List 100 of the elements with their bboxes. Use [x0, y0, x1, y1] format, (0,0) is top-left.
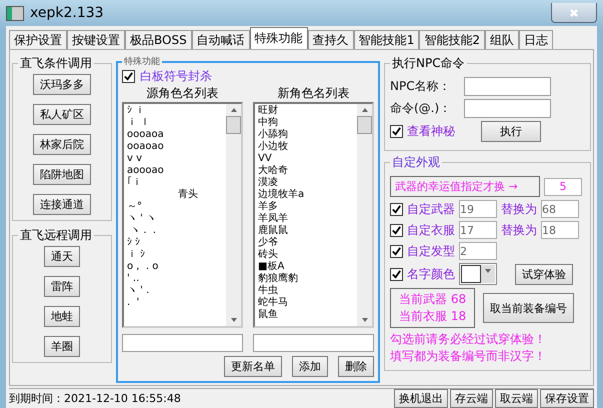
- tab[interactable]: 组队: [484, 30, 519, 49]
- teleport-button[interactable]: 私人矿区: [33, 104, 91, 125]
- value-field[interactable]: 2: [459, 242, 497, 260]
- status-button[interactable]: 取云端: [495, 389, 538, 408]
- scroll-up-icon[interactable]: [360, 107, 368, 113]
- list-item[interactable]: ■板A: [258, 261, 354, 273]
- list-item[interactable]: 鹿鼠鼠: [258, 225, 354, 237]
- teleport-button[interactable]: 雷阵: [44, 276, 80, 297]
- list-item[interactable]: ' ..: [127, 273, 223, 285]
- value-field[interactable]: 18: [541, 221, 579, 239]
- list-item[interactable]: v v: [127, 153, 223, 165]
- list-item[interactable]: 青头: [127, 189, 223, 201]
- list-item[interactable]: VV: [258, 153, 354, 165]
- list-item[interactable]: 中狗: [258, 117, 354, 129]
- checkbox[interactable]: [390, 244, 403, 258]
- name-input[interactable]: [253, 334, 374, 352]
- teleport-button[interactable]: 连接通道: [33, 194, 91, 215]
- teleport-button[interactable]: 沃玛多多: [33, 74, 91, 95]
- scrollbar-thumb[interactable]: [357, 116, 372, 134]
- list-item[interactable]: ｉ ｌ: [127, 117, 223, 129]
- checkbox[interactable]: [390, 268, 403, 280]
- tab[interactable]: 智能技能1: [354, 30, 420, 49]
- tab[interactable]: 智能技能2: [419, 30, 485, 49]
- teleport-button[interactable]: 陷阱地图: [33, 164, 91, 185]
- name-list[interactable]: 旺财 中狗 小舔狗 小边牧 VV 大哈奇 漠凌 边境牧羊a 羊多 羊凤羊 鹿鼠鼠 少爷 砖头 ■板A 豹狼鹰豹 牛虫 蛇牛马 鼠鱼: [253, 102, 374, 328]
- scroll-down-icon[interactable]: [230, 317, 238, 323]
- checkbox[interactable]: [122, 70, 135, 83]
- checkbox[interactable]: [390, 125, 403, 138]
- app-icon: [6, 6, 24, 20]
- value-field[interactable]: 68: [541, 200, 579, 218]
- panel-title: 特殊功能: [123, 56, 161, 68]
- list-button[interactable]: 删除: [338, 356, 374, 377]
- list-item[interactable]: 大哈奇: [258, 165, 354, 177]
- teleport-button[interactable]: 林家后院: [33, 134, 91, 155]
- tab[interactable]: 保护设置: [9, 30, 67, 49]
- list-button[interactable]: 更新名单: [224, 356, 282, 377]
- scroll-down-icon[interactable]: [360, 317, 368, 323]
- execute-button[interactable]: 执行: [481, 121, 541, 142]
- list-item[interactable]: 旺财: [258, 105, 354, 117]
- list-item[interactable]: 少爷: [258, 237, 354, 249]
- list-item[interactable]: 砖头: [258, 249, 354, 261]
- list-item[interactable]: o , . o: [127, 261, 223, 273]
- list-item[interactable]: 鼠鱼: [258, 309, 354, 321]
- checkbox[interactable]: [390, 202, 403, 216]
- group-title: 直飞远程调用: [19, 227, 93, 244]
- status-button[interactable]: 存云端: [450, 389, 493, 408]
- checkbox-label: 查看神秘: [407, 123, 456, 140]
- list-item[interactable]: 蛇牛马: [258, 297, 354, 309]
- list-item[interactable]: aoooao: [127, 165, 223, 177]
- list-item[interactable]: oooaoa: [127, 129, 223, 141]
- list-item[interactable]: 边境牧羊a: [258, 189, 354, 201]
- teleport-button[interactable]: 通天: [44, 246, 80, 267]
- tab[interactable]: 自动喊话: [192, 30, 250, 49]
- tab[interactable]: 按键设置: [67, 30, 125, 49]
- list-button[interactable]: 添加: [292, 356, 328, 377]
- get-equipment-button[interactable]: 取当前装备编号: [483, 293, 574, 323]
- scrollbar[interactable]: [226, 104, 241, 326]
- color-dropdown[interactable]: [459, 263, 497, 285]
- checkbox[interactable]: [390, 224, 403, 236]
- list-item[interactable]: 牛虫: [258, 285, 354, 297]
- list-item[interactable]: 豹狼鹰豹: [258, 273, 354, 285]
- value-field[interactable]: 19: [459, 200, 497, 218]
- list-item[interactable]: 小舔狗: [258, 129, 354, 141]
- list-item[interactable]: . ': [127, 297, 223, 309]
- value-field[interactable]: 17: [459, 221, 497, 239]
- npc-name-field[interactable]: [464, 77, 551, 96]
- tab[interactable]: 查持久: [308, 30, 354, 49]
- scrollbar[interactable]: [357, 104, 372, 326]
- list-item[interactable]: 漠凌: [258, 177, 354, 189]
- tab[interactable]: 极品BOSS: [125, 30, 192, 49]
- try-on-button[interactable]: 试穿体验: [515, 264, 573, 284]
- name-input[interactable]: [122, 334, 243, 352]
- caret-icon[interactable]: [484, 268, 492, 274]
- list-item[interactable]: 小边牧: [258, 141, 354, 153]
- scroll-up-icon[interactable]: [230, 107, 238, 113]
- list-item[interactable]: ooaoao: [127, 141, 223, 153]
- tab[interactable]: 日志: [518, 30, 553, 49]
- teleport-button[interactable]: 地蛙: [44, 306, 80, 327]
- teleport-button[interactable]: 羊圈: [44, 336, 80, 357]
- list-item[interactable]: 羊凤羊: [258, 213, 354, 225]
- command-field[interactable]: [464, 99, 551, 118]
- list-item[interactable]: ｢ｉ: [127, 177, 223, 189]
- list-item[interactable]: ｼ ｼ: [127, 237, 223, 249]
- list-item[interactable]: ｉ ｼ: [127, 249, 223, 261]
- close-button[interactable]: [551, 3, 597, 23]
- status-button[interactable]: 保存设置: [540, 389, 594, 408]
- name-list[interactable]: ｼ ｉ ｉ ｌ oooaoa ooaoao v v aoooao ｢ｉ 青头 ～° ヽ ' ヽ ヽ . . ｼ ｼ ｉ ｼ o , . o ' .. ヽ ' . . ': [122, 102, 243, 328]
- scrollbar-thumb[interactable]: [226, 116, 241, 134]
- status-button[interactable]: 换机退出: [394, 389, 448, 408]
- list-item[interactable]: ｼ ｉ: [127, 105, 223, 117]
- list-heading: 新角色名列表: [276, 85, 350, 102]
- window-title: xepk2.133: [30, 5, 104, 21]
- list-item[interactable]: ～°: [127, 201, 223, 213]
- list-item[interactable]: ヽ ' .: [127, 285, 223, 297]
- luck-note: 武器的幸运值指定才换 →: [390, 176, 540, 197]
- list-item[interactable]: ヽ . .: [127, 225, 223, 237]
- tab[interactable]: 特殊功能: [250, 27, 308, 49]
- list-item[interactable]: 羊多: [258, 201, 354, 213]
- checkbox-label: 自定武器: [407, 200, 455, 218]
- list-item[interactable]: ヽ ' ヽ: [127, 213, 223, 225]
